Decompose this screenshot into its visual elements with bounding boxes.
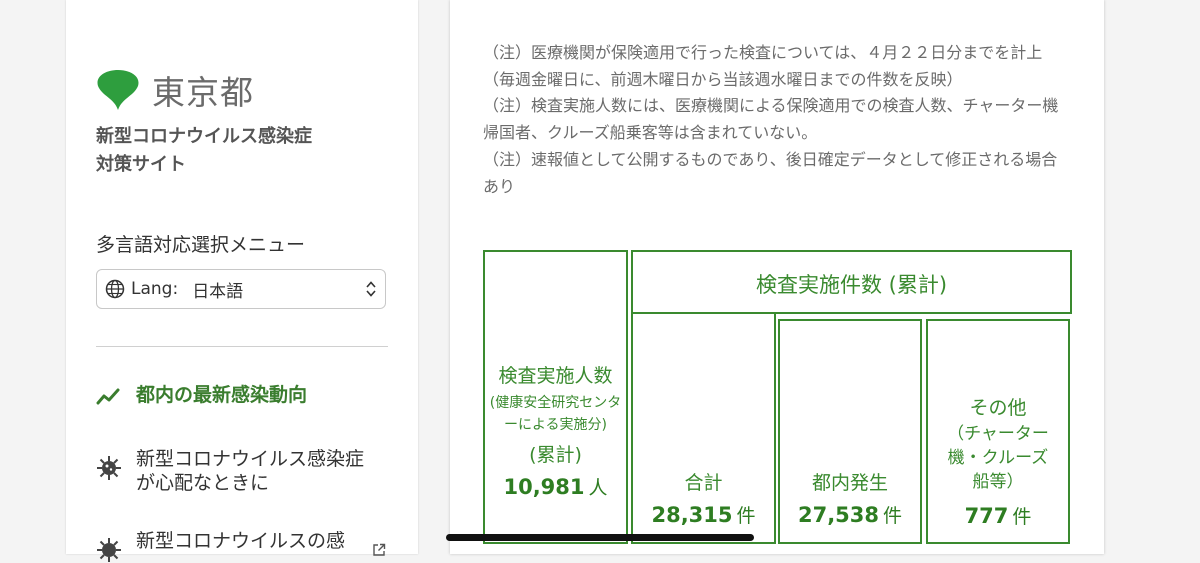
tested-people-sub: (健康安全研究センターによる実施分) [489, 395, 622, 433]
total-unit: 件 [736, 505, 756, 527]
other-unit: 件 [1012, 506, 1032, 528]
virus-icon [97, 538, 121, 562]
language-menu-label: 多言語対応選択メニュー [96, 234, 306, 256]
other-label: その他 [969, 397, 1027, 419]
site-title: 新型コロナウイルス感染症 対策サイト [96, 126, 312, 175]
note: （注）検査実施人数には、医療機関による保険適用での検査人数、チャーター機帰国者、… [483, 96, 1059, 143]
tested-people-value: 10,981 [503, 475, 585, 499]
language-select-value: 日本語 [192, 281, 244, 302]
language-select[interactable]: Lang: 日本語 [96, 269, 386, 309]
tested-people-cumulative: (累計) [529, 444, 582, 466]
note: （注）速報値として公開するものであり、後日確定データとして修正される場合あり [483, 149, 1058, 196]
other-value: 777 [964, 504, 1009, 528]
total-value: 28,315 [651, 503, 733, 527]
in-tokyo-value: 27,538 [797, 503, 880, 527]
nav-item-label-line1: 新型コロナウイルス感染症 [136, 448, 365, 470]
total-box: 合計 28,315 件 [631, 312, 776, 544]
home-indicator[interactable] [446, 534, 754, 541]
tested-people-box: 検査実施人数 (健康安全研究センターによる実施分) (累計) 10,981 人 [483, 250, 628, 544]
nav-item-latest-trends[interactable]: 都内の最新感染動向 [96, 383, 307, 409]
note: （注）医療機関が保険適用で行った検査については、４月２２日分までを計上 [483, 43, 1043, 62]
other-sub: （チャーター機・クルーズ船等） [947, 424, 1049, 492]
logo-text: 東京都 [152, 73, 254, 112]
external-link-icon [373, 543, 386, 556]
nav-item-label: 都内の最新感染動向 [136, 384, 308, 406]
in-tokyo-unit: 件 [883, 505, 903, 527]
total-label: 合計 [684, 472, 723, 494]
nav-item-when-worried[interactable]: 新型コロナウイルス感染症 が心配なときに [96, 447, 364, 495]
globe-icon [105, 279, 125, 299]
nav-item-covid-external[interactable]: 新型コロナウイルスの感 [96, 529, 345, 563]
note: （毎週金曜日に、前週木曜日から当該週水曜日までの件数を反映） [483, 69, 963, 89]
sidebar: 東京都 新型コロナウイルス感染症 対策サイト 多言語対応選択メニュー Lang:… [66, 0, 418, 562]
other-box: その他 （チャーター機・クルーズ船等） 777 件 [926, 319, 1070, 544]
notes: （注）医療機関が保険適用で行った検査については、４月２２日分までを計上 （毎週金… [483, 40, 1073, 200]
divider [96, 346, 388, 347]
in-tokyo-box: 都内発生 27,538 件 [778, 319, 922, 544]
virus-icon [97, 456, 121, 480]
tokyo-logo-icon [97, 70, 139, 110]
in-tokyo-label: 都内発生 [811, 472, 888, 494]
nav-item-label: 新型コロナウイルスの感 [136, 530, 346, 552]
nav-item-label-line2: が心配なときに [136, 472, 270, 494]
chevron-updown-icon [366, 281, 376, 297]
language-select-prefix: Lang: [131, 279, 179, 299]
tested-people-title: 検査実施人数 [498, 365, 613, 387]
chart-line-icon [96, 388, 120, 405]
tested-people-unit: 人 [588, 477, 608, 499]
site-logo[interactable]: 東京都 [96, 66, 254, 114]
tests-header: 検査実施件数 (累計) [755, 273, 948, 297]
tests-header-box: 検査実施件数 (累計) [631, 250, 1072, 314]
